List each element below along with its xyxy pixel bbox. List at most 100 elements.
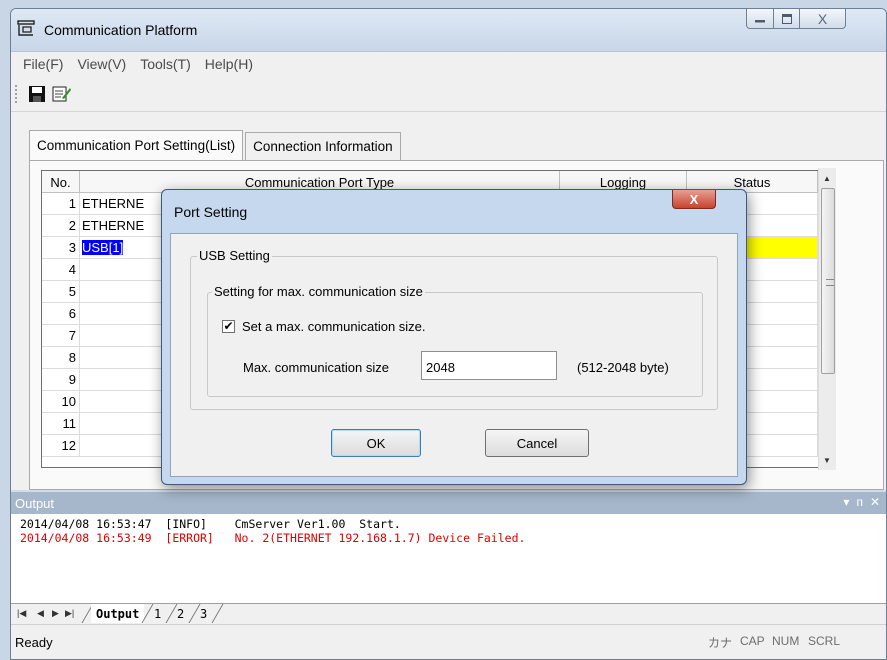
dropdown-icon[interactable]: ▾ <box>843 495 849 509</box>
grid-vertical-scrollbar[interactable]: ▲ ▼ <box>818 168 836 470</box>
output-tab-3[interactable]: 3 <box>195 604 212 623</box>
output-title: Output <box>15 495 55 511</box>
cell-no[interactable]: 2 <box>42 215 80 236</box>
close-button[interactable]: X <box>800 9 846 29</box>
nav-next-icon[interactable]: ▶ <box>52 608 59 619</box>
minimize-icon <box>755 19 765 22</box>
scroll-down-icon[interactable]: ▼ <box>823 456 831 465</box>
output-panel: Output ▾ ᴨ ✕ 2014/04/08 16:53:47 [INFO] … <box>11 492 886 603</box>
max-size-range-hint: (512-2048 byte) <box>577 360 669 375</box>
usb-setting-label: USB Setting <box>197 248 272 263</box>
tab-strip: Communication Port Setting(List) Connect… <box>29 130 401 162</box>
cell-no-text: 2 <box>68 218 76 233</box>
nav-last-icon[interactable]: ▶| <box>65 608 74 619</box>
title-bar[interactable]: Communication Platform X <box>11 9 886 51</box>
cell-no[interactable]: 7 <box>42 325 80 346</box>
indicator-scrl: SCRL <box>808 634 841 648</box>
edit-settings-icon <box>52 86 71 102</box>
cell-no-text: 3 <box>68 240 76 255</box>
menu-view[interactable]: View(V) <box>70 56 133 72</box>
thumb-grip <box>826 279 834 286</box>
cell-no-text: 6 <box>68 306 76 321</box>
cell-port-type-text: ETHERNE <box>82 196 145 211</box>
output-header: Output ▾ ᴨ ✕ <box>11 492 886 514</box>
menu-tools[interactable]: Tools(T) <box>133 56 198 72</box>
close-icon: X <box>689 191 699 207</box>
toolbar <box>11 76 886 112</box>
scrollbar-thumb[interactable] <box>821 188 835 374</box>
minimize-button[interactable] <box>746 9 774 29</box>
port-setting-dialog: Port Setting X USB Setting Setting for m… <box>161 189 747 485</box>
output-tab-output[interactable]: Output <box>91 604 145 623</box>
max-size-group: Setting for max. communication size ✔ Se… <box>207 284 703 397</box>
log-line-info: 2014/04/08 16:53:47 [INFO] CmServer Ver1… <box>20 517 401 531</box>
menu-bar: File(F) View(V) Tools(T) Help(H) <box>11 51 886 76</box>
pin-icon[interactable]: ᴨ <box>856 495 863 509</box>
cell-no[interactable]: 12 <box>42 435 80 456</box>
cell-no[interactable]: 5 <box>42 281 80 302</box>
cell-no[interactable]: 4 <box>42 259 80 280</box>
tab-port-setting-list[interactable]: Communication Port Setting(List) <box>29 130 244 160</box>
save-button[interactable] <box>28 85 48 103</box>
max-size-checkbox-label[interactable]: Set a max. communication size. <box>242 319 426 334</box>
close-icon: X <box>817 10 828 27</box>
indicator-cap: CAP <box>740 634 765 648</box>
cell-no-text: 1 <box>68 196 76 211</box>
cell-no[interactable]: 8 <box>42 347 80 368</box>
max-size-checkbox[interactable]: ✔ <box>222 320 235 333</box>
cell-no-text: 9 <box>68 372 76 387</box>
cell-no[interactable]: 6 <box>42 303 80 324</box>
save-icon <box>29 86 45 102</box>
column-header-no[interactable]: No. <box>42 171 80 193</box>
menu-file[interactable]: File(F) <box>16 56 70 72</box>
cell-no-text: 7 <box>68 328 76 343</box>
indicator-num: NUM <box>772 634 800 648</box>
maximize-icon <box>781 13 792 24</box>
cell-no-text: 4 <box>68 262 76 277</box>
dialog-close-button[interactable]: X <box>672 190 716 209</box>
dialog-body: USB Setting Setting for max. communicati… <box>170 233 738 477</box>
output-tab-1[interactable]: 1 <box>149 604 166 623</box>
menu-help[interactable]: Help(H) <box>198 56 260 72</box>
cell-no[interactable]: 10 <box>42 391 80 412</box>
cell-no-text: 11 <box>62 416 77 431</box>
indicator-kana: カナ <box>708 636 733 650</box>
window-title: Communication Platform <box>44 22 198 38</box>
cell-no[interactable]: 9 <box>42 369 80 390</box>
cell-no-text: 8 <box>68 350 76 365</box>
caption-buttons: X <box>746 9 846 29</box>
cell-no[interactable]: 3 <box>42 237 80 258</box>
app-icon <box>17 20 35 37</box>
max-size-group-label: Setting for max. communication size <box>212 284 425 299</box>
nav-first-icon[interactable]: |◀ <box>17 608 26 619</box>
tab-connection-information[interactable]: Connection Information <box>245 132 401 160</box>
nav-prev-icon[interactable]: ◀ <box>37 608 44 619</box>
output-log[interactable]: 2014/04/08 16:53:47 [INFO] CmServer Ver1… <box>11 514 886 545</box>
max-size-input[interactable] <box>421 351 557 380</box>
cell-port-type-text: USB[1] <box>82 240 124 255</box>
output-tab-strip: |◀ ◀ ▶ ▶| Output 1 2 3 <box>11 603 886 624</box>
usb-setting-group: USB Setting Setting for max. communicati… <box>190 248 718 410</box>
cell-no-text: 10 <box>61 394 76 409</box>
log-line-error: 2014/04/08 16:53:49 [ERROR] No. 2(ETHERN… <box>20 531 526 545</box>
output-tools: ▾ ᴨ ✕ <box>843 495 880 509</box>
cell-no-text: 5 <box>68 284 76 299</box>
maximize-button[interactable] <box>774 9 800 29</box>
ok-button[interactable]: OK <box>331 429 421 457</box>
cell-no[interactable]: 11 <box>42 413 80 434</box>
output-tab-2[interactable]: 2 <box>172 604 189 623</box>
cancel-button[interactable]: Cancel <box>485 429 589 457</box>
max-size-field-label: Max. communication size <box>243 360 389 375</box>
close-output-icon[interactable]: ✕ <box>870 495 880 509</box>
cell-no-text: 12 <box>61 438 76 453</box>
edit-settings-button[interactable] <box>52 85 72 103</box>
tab-divider <box>211 604 224 623</box>
toolbar-grip[interactable] <box>15 85 18 103</box>
cell-no[interactable]: 1 <box>42 193 80 214</box>
scroll-up-icon[interactable]: ▲ <box>823 174 831 183</box>
status-text: Ready <box>15 635 53 650</box>
dialog-title: Port Setting <box>174 204 248 220</box>
status-bar: Ready カナ CAP NUM SCRL <box>11 624 886 659</box>
checkmark-icon: ✔ <box>223 319 234 333</box>
cell-port-type-text: ETHERNE <box>82 218 145 233</box>
